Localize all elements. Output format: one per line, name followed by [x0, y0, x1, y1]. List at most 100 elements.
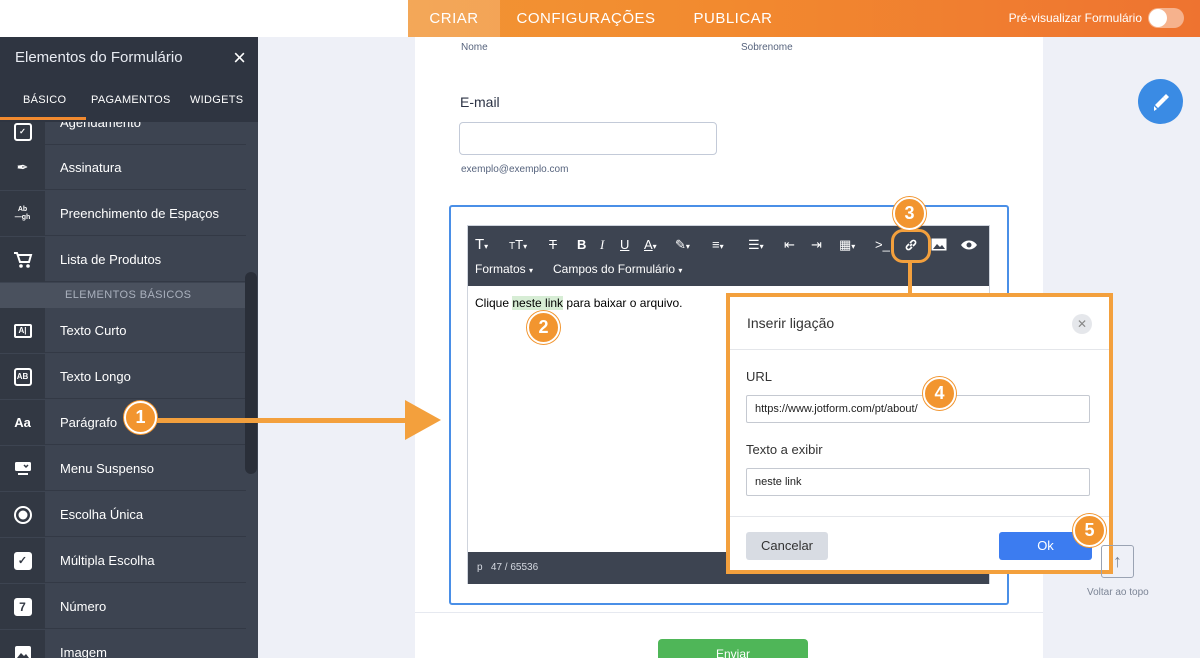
display-text-input[interactable]: neste link	[746, 468, 1090, 496]
radio-icon	[0, 492, 45, 537]
dropdown-icon	[0, 446, 45, 491]
dialog-title: Inserir ligação	[747, 315, 835, 331]
callout-link-highlight	[891, 229, 931, 263]
sidebar-item-multipla-escolha[interactable]: ✓ Múltipla Escolha	[0, 538, 246, 583]
sidebar-item-label: Múltipla Escolha	[60, 553, 155, 568]
callout-badge-3: 3	[893, 197, 926, 230]
sidebar-item-label: Lista de Produtos	[60, 252, 162, 267]
callout-badge-2: 2	[527, 311, 560, 344]
paragraph-icon: Aa	[0, 400, 45, 445]
sidebar-item-preenchimento[interactable]: Ab —gh Preenchimento de Espaços	[0, 191, 246, 236]
paint-roller-icon[interactable]	[1138, 79, 1183, 124]
table-icon[interactable]: ▦▾	[839, 234, 855, 256]
fill-blank-icon: Ab —gh	[0, 191, 45, 236]
preview-form-label: Pré-visualizar Formulário	[1008, 11, 1142, 25]
callout-arrow-line	[150, 418, 410, 423]
callout-badge-4: 4	[923, 377, 956, 410]
short-text-icon: A|	[0, 308, 45, 353]
callout-badge-1: 1	[124, 401, 157, 434]
active-tab-indicator	[0, 117, 86, 120]
form-fields-dropdown[interactable]: Campos do Formulário ▾	[553, 258, 682, 280]
align-icon[interactable]: ≡▾	[712, 234, 724, 256]
sidebar-item-texto-curto[interactable]: A| Texto Curto	[0, 308, 246, 353]
sidebar-item-texto-longo[interactable]: AB Texto Longo	[0, 354, 246, 399]
close-icon[interactable]: ✕	[1072, 314, 1092, 334]
list-icon[interactable]: ☰▾	[748, 234, 764, 256]
url-input[interactable]: https://www.jotform.com/pt/about/	[746, 395, 1090, 423]
formats-dropdown[interactable]: Formatos ▾	[475, 258, 533, 280]
callout-connector	[908, 262, 912, 294]
back-to-top-icon[interactable]: ↑	[1101, 545, 1134, 578]
selected-link-text: neste link	[512, 296, 564, 310]
checkbox-icon: ✓	[0, 122, 45, 145]
form-divider	[415, 612, 1043, 613]
sidebar-item-label: Texto Curto	[60, 323, 127, 338]
outdent-icon[interactable]: ⇤	[784, 234, 795, 256]
indent-icon[interactable]: ⇥	[811, 234, 822, 256]
text-color-button[interactable]: A▾	[644, 234, 657, 256]
checkbox-icon: ✓	[0, 538, 45, 583]
font-family-button[interactable]: T▾	[475, 234, 488, 256]
code-icon[interactable]: >_	[875, 234, 890, 256]
tab-widgets[interactable]: WIDGETS	[190, 79, 243, 122]
dialog-footer-divider	[730, 516, 1109, 517]
close-icon[interactable]: ×	[233, 37, 246, 79]
insert-link-dialog: Inserir ligação ✕ URL https://www.jotfor…	[730, 297, 1109, 570]
sidebar-item-label: Parágrafo	[60, 415, 118, 430]
cancel-button[interactable]: Cancelar	[746, 532, 828, 560]
italic-button[interactable]: I	[600, 234, 604, 256]
tab-criar[interactable]: CRIAR	[408, 0, 500, 37]
sidebar-header: Elementos do Formulário ×	[0, 37, 258, 79]
email-field-title: E-mail	[460, 94, 500, 110]
sidebar-item-assinatura[interactable]: ✒ Assinatura	[0, 145, 246, 190]
long-text-icon: AB	[0, 354, 45, 399]
sidebar-tabs: BÁSICO PAGAMENTOS WIDGETS	[0, 79, 258, 122]
section-elementos-basicos: ELEMENTOS BÁSICOS	[0, 283, 246, 308]
underline-button[interactable]: U	[620, 234, 629, 256]
sidebar-item-menu-suspenso[interactable]: Menu Suspenso	[0, 446, 246, 491]
tab-basico[interactable]: BÁSICO	[23, 79, 66, 122]
tab-publicar[interactable]: PUBLICAR	[686, 0, 780, 37]
sidebar-item-label: Escolha Única	[60, 507, 144, 522]
sidebar-item-imagem[interactable]: Imagem	[0, 630, 246, 658]
top-bar-blank-area	[0, 0, 408, 37]
preview-toggle[interactable]	[1148, 8, 1184, 28]
sidebar-item-label: Agendamento	[60, 122, 141, 130]
url-label: URL	[746, 369, 773, 384]
font-size-button[interactable]: TT▾	[509, 234, 527, 256]
callout-arrow-head	[405, 400, 441, 440]
sidebar-item-escolha-unica[interactable]: Escolha Única	[0, 492, 246, 537]
email-field[interactable]	[459, 122, 717, 155]
highlight-color-icon[interactable]: ✎▾	[675, 234, 690, 256]
dialog-header-divider	[730, 349, 1109, 350]
image-icon	[0, 630, 45, 658]
number-icon: 7	[0, 584, 45, 629]
sidebar-element-list: ✓ Agendamento ✒ Assinatura Ab —gh Preenc…	[0, 122, 246, 658]
submit-button[interactable]: Enviar	[658, 639, 808, 658]
insert-image-icon[interactable]	[931, 234, 947, 256]
last-name-sublabel: Sobrenome	[741, 42, 793, 53]
sidebar-item-label: Preenchimento de Espaços	[60, 206, 219, 221]
clear-format-icon[interactable]: T	[549, 234, 557, 256]
tab-pagamentos[interactable]: PAGAMENTOS	[91, 79, 171, 122]
sidebar-item-numero[interactable]: 7 Número	[0, 584, 246, 629]
back-to-top-label[interactable]: Voltar ao topo	[1087, 587, 1149, 598]
bold-button[interactable]: B	[577, 234, 586, 256]
editor-content[interactable]: Clique neste link para baixar o arquivo.	[475, 296, 682, 310]
email-hint: exemplo@exemplo.com	[461, 164, 569, 175]
cart-icon	[0, 237, 45, 282]
sidebar-item-label: Assinatura	[60, 160, 122, 175]
top-navigation-bar: CRIAR CONFIGURAÇÕES PUBLICAR Pré-visuali…	[0, 0, 1200, 37]
first-name-sublabel: Nome	[461, 42, 488, 53]
sidebar-item-lista-produtos[interactable]: Lista de Produtos	[0, 237, 246, 282]
tab-configuracoes[interactable]: CONFIGURAÇÕES	[512, 0, 660, 37]
preview-eye-icon[interactable]	[960, 234, 978, 256]
sidebar-item-label: Menu Suspenso	[60, 461, 154, 476]
sidebar-item-label: Imagem	[60, 645, 107, 658]
sidebar-title: Elementos do Formulário	[15, 49, 183, 66]
sidebar-item-agendamento[interactable]: ✓ Agendamento	[0, 122, 246, 145]
sidebar-item-label: Número	[60, 599, 107, 614]
sidebar-scrollbar[interactable]	[245, 272, 257, 474]
callout-badge-5: 5	[1073, 514, 1106, 547]
form-elements-sidebar: Elementos do Formulário × BÁSICO PAGAMEN…	[0, 37, 258, 658]
